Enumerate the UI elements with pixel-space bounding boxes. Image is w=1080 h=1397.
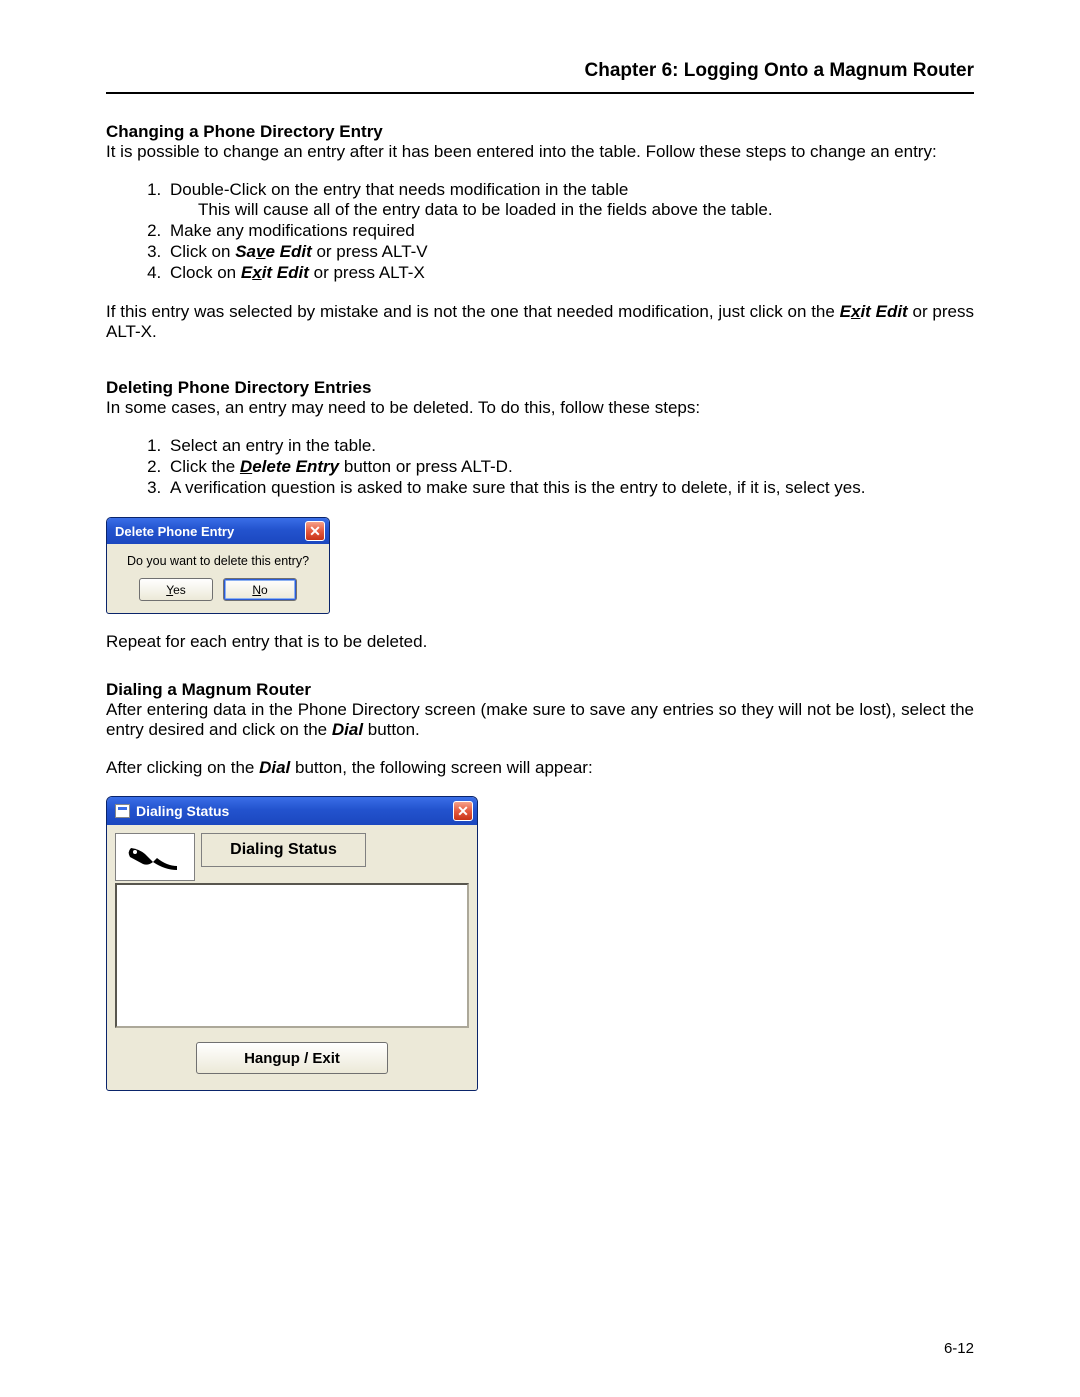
dialog-titlebar: Dialing Status ✕ bbox=[107, 797, 477, 825]
dialog-button-row: Yes No bbox=[107, 578, 329, 613]
text-bold: Dial bbox=[332, 720, 363, 739]
dialog-delete-phone-entry: Delete Phone Entry ✕ Do you want to dele… bbox=[106, 517, 330, 614]
status-textarea bbox=[115, 883, 469, 1028]
text: E bbox=[840, 302, 851, 321]
horn-icon bbox=[115, 833, 195, 881]
text: After entering data in the Phone Directo… bbox=[106, 700, 974, 739]
para-s1-note: If this entry was selected by mistake an… bbox=[106, 302, 974, 342]
text: or press ALT-V bbox=[312, 242, 428, 261]
hangup-exit-button[interactable]: Hangup / Exit bbox=[196, 1042, 388, 1074]
heading-changing-entry: Changing a Phone Directory Entry bbox=[106, 122, 974, 142]
para-s3-p1: After entering data in the Phone Directo… bbox=[106, 700, 974, 740]
text: es bbox=[173, 583, 186, 597]
text-bold: Dial bbox=[259, 758, 290, 777]
text: After clicking on the bbox=[106, 758, 259, 777]
list-subtext: This will cause all of the entry data to… bbox=[198, 200, 974, 220]
text: button. bbox=[363, 720, 420, 739]
close-icon[interactable]: ✕ bbox=[305, 521, 325, 541]
form-icon bbox=[115, 804, 130, 818]
text: Sa bbox=[235, 242, 256, 261]
heading-deleting-entries: Deleting Phone Directory Entries bbox=[106, 378, 974, 398]
horizontal-rule bbox=[106, 92, 974, 94]
dialog-title: Delete Phone Entry bbox=[115, 524, 234, 539]
list-item: Click on Save Edit or press ALT-V bbox=[166, 242, 974, 262]
list-item: Click the Delete Entry button or press A… bbox=[166, 457, 974, 477]
chapter-title: Chapter 6: Logging Onto a Magnum Router bbox=[106, 60, 974, 82]
list-item: A verification question is asked to make… bbox=[166, 478, 974, 498]
text: it Edit bbox=[262, 263, 309, 282]
list-item: Double-Click on the entry that needs mod… bbox=[166, 180, 974, 220]
yes-button[interactable]: Yes bbox=[139, 578, 213, 601]
dialog-message: Do you want to delete this entry? bbox=[107, 544, 329, 578]
heading-dialing: Dialing a Magnum Router bbox=[106, 680, 974, 700]
close-icon[interactable]: ✕ bbox=[453, 801, 473, 821]
para-repeat: Repeat for each entry that is to be dele… bbox=[106, 632, 974, 652]
text: Click the bbox=[170, 457, 240, 476]
para-s2-intro: In some cases, an entry may need to be d… bbox=[106, 398, 974, 418]
list-changing-steps: Double-Click on the entry that needs mod… bbox=[146, 180, 974, 283]
list-item: Make any modifications required bbox=[166, 221, 974, 241]
dialog-title: Dialing Status bbox=[136, 803, 229, 819]
list-item: Select an entry in the table. bbox=[166, 436, 974, 456]
dialog-dialing-status: Dialing Status ✕ Dialing Status Hangup /… bbox=[106, 796, 478, 1091]
text: Click on bbox=[170, 242, 235, 261]
no-button[interactable]: No bbox=[223, 578, 297, 601]
text: elete Entry bbox=[252, 457, 339, 476]
text: E bbox=[241, 263, 252, 282]
text: e Edit bbox=[265, 242, 311, 261]
list-item: Clock on Exit Edit or press ALT-X bbox=[166, 263, 974, 283]
text: If this entry was selected by mistake an… bbox=[106, 302, 840, 321]
text: Double-Click on the entry that needs mod… bbox=[170, 180, 628, 199]
text: button or press ALT-D. bbox=[339, 457, 513, 476]
text: or press ALT-X bbox=[309, 263, 425, 282]
para-s1-intro: It is possible to change an entry after … bbox=[106, 142, 974, 162]
access-key: x bbox=[252, 263, 261, 282]
text: o bbox=[261, 583, 268, 597]
para-s3-p2: After clicking on the Dial button, the f… bbox=[106, 758, 974, 778]
list-deleting-steps: Select an entry in the table. Click the … bbox=[146, 436, 974, 498]
text: it Edit bbox=[860, 302, 907, 321]
status-label: Dialing Status bbox=[201, 833, 366, 867]
access-key: D bbox=[240, 457, 252, 476]
text: Clock on bbox=[170, 263, 241, 282]
access-key: N bbox=[252, 583, 261, 597]
dialog-titlebar: Delete Phone Entry ✕ bbox=[107, 518, 329, 544]
text: button, the following screen will appear… bbox=[290, 758, 592, 777]
page-number: 6-12 bbox=[944, 1340, 974, 1357]
